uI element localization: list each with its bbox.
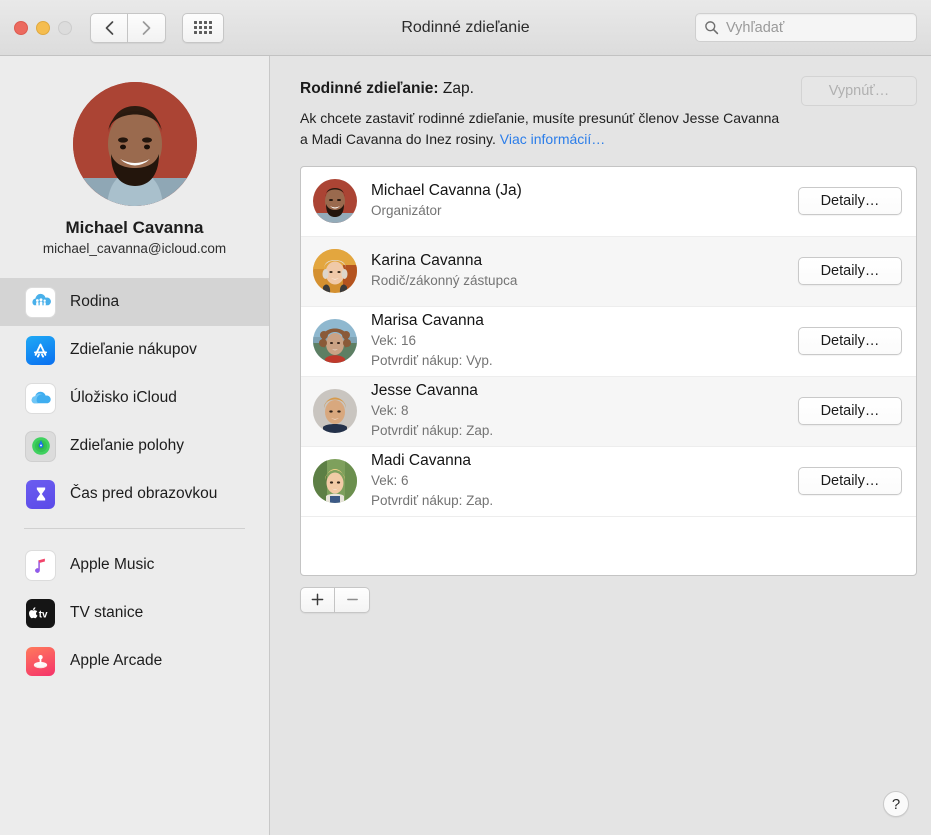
member-info: Madi Cavanna Vek: 6 Potvrdiť nákup: Zap. xyxy=(371,452,798,509)
sidebar-divider xyxy=(24,528,245,529)
sidebar-item-cas-pred-obrazovkou[interactable]: Čas pred obrazovkou xyxy=(0,470,269,518)
sidebar-item-tv-stanice[interactable]: tv TV stanice xyxy=(0,589,269,637)
profile-block: Michael Cavanna michael_cavanna@icloud.c… xyxy=(0,82,269,272)
sidebar-item-label: Zdieľanie polohy xyxy=(70,437,184,454)
member-line1: Vek: 8 xyxy=(371,403,409,419)
member-name: Michael Cavanna (Ja) xyxy=(371,181,522,199)
status-title: Rodinné zdieľanie: Zap. xyxy=(300,80,789,98)
sidebar-item-label: Rodina xyxy=(70,293,120,310)
svg-text:tv: tv xyxy=(38,610,47,620)
icloud-icon xyxy=(26,383,55,413)
chevron-right-icon xyxy=(142,20,151,35)
avatar xyxy=(313,249,357,294)
minimize-button[interactable] xyxy=(36,20,50,35)
app-store-icon xyxy=(26,335,55,365)
avatar xyxy=(313,459,357,504)
apple-music-icon xyxy=(26,550,55,580)
status-text-block: Rodinné zdieľanie: Zap. Ak chcete zastav… xyxy=(300,80,789,151)
apple-arcade-icon xyxy=(26,646,55,676)
sidebar-item-label: Čas pred obrazovkou xyxy=(70,485,218,502)
member-info: Karina Cavanna Rodič/zákonný zástupca xyxy=(371,252,798,290)
table-row[interactable]: Michael Cavanna (Ja) Organizátor Detaily… xyxy=(301,167,916,237)
add-remove-controls xyxy=(300,586,917,613)
status-label: Rodinné zdieľanie: xyxy=(300,80,439,97)
sidebar-item-zdielanie-nakupov[interactable]: Zdieľanie nákupov xyxy=(0,326,269,374)
close-button[interactable] xyxy=(14,20,28,35)
member-name: Karina Cavanna xyxy=(371,251,483,269)
avatar xyxy=(313,389,357,434)
avatar xyxy=(313,179,357,224)
member-name: Madi Cavanna xyxy=(371,452,471,470)
more-info-link[interactable]: Viac informácií… xyxy=(500,131,606,147)
status-value: Zap. xyxy=(442,80,474,97)
table-row[interactable]: Jesse Cavanna Vek: 8 Potvrdiť nákup: Zap… xyxy=(301,376,916,447)
apple-tv-icon: tv xyxy=(26,598,55,628)
add-member-button[interactable] xyxy=(300,586,335,613)
avatar xyxy=(72,82,197,206)
status-header: Rodinné zdieľanie: Zap. Ak chcete zastav… xyxy=(300,76,917,151)
sidebar-item-label: Apple Arcade xyxy=(70,652,163,669)
details-button[interactable]: Detaily… xyxy=(798,327,902,356)
avatar xyxy=(313,319,357,364)
sidebar-item-label: TV stanice xyxy=(70,604,144,621)
search-placeholder: Vyhľadať xyxy=(726,19,785,36)
back-button[interactable] xyxy=(90,12,128,43)
member-info: Marisa Cavanna Vek: 16 Potvrdiť nákup: V… xyxy=(371,312,798,369)
member-name: Jesse Cavanna xyxy=(371,382,478,400)
chevron-left-icon xyxy=(105,20,113,35)
minus-icon xyxy=(346,598,358,601)
details-button[interactable]: Detaily… xyxy=(798,187,902,216)
main-panel: Rodinné zdieľanie: Zap. Ak chcete zastav… xyxy=(270,56,931,835)
member-line2: Potvrdiť nákup: Zap. xyxy=(371,422,494,438)
titlebar: Rodinné zdieľanie Vyhľadať xyxy=(0,0,931,56)
table-row[interactable]: Madi Cavanna Vek: 6 Potvrdiť nákup: Zap.… xyxy=(301,447,916,517)
table-row[interactable]: Karina Cavanna Rodič/zákonný zástupca De… xyxy=(301,236,916,307)
traffic-lights xyxy=(14,20,72,35)
family-members-list: Michael Cavanna (Ja) Organizátor Detaily… xyxy=(300,165,917,576)
family-icon xyxy=(26,287,55,317)
preferences-window: Rodinné zdieľanie Vyhľadať Michael Cavan… xyxy=(0,0,931,835)
details-button[interactable]: Detaily… xyxy=(798,397,902,426)
profile-name: Michael Cavanna xyxy=(65,218,204,237)
member-line1: Vek: 16 xyxy=(371,333,417,349)
member-info: Michael Cavanna (Ja) Organizátor xyxy=(371,182,798,220)
profile-email: michael_cavanna@icloud.com xyxy=(42,241,227,256)
sidebar: Michael Cavanna michael_cavanna@icloud.c… xyxy=(0,56,270,835)
show-all-button[interactable] xyxy=(182,12,224,43)
turn-off-button[interactable]: Vypnúť… xyxy=(801,76,917,106)
sidebar-item-label: Úložisko iCloud xyxy=(70,389,177,406)
window-body: Michael Cavanna michael_cavanna@icloud.c… xyxy=(0,56,931,835)
sidebar-item-ulozisko-icloud[interactable]: Úložisko iCloud xyxy=(0,374,269,422)
sidebar-item-apple-music[interactable]: Apple Music xyxy=(0,541,269,589)
screen-time-icon xyxy=(26,479,55,509)
sidebar-item-zdielanie-polohy[interactable]: Zdieľanie polohy xyxy=(0,422,269,470)
member-line1: Organizátor xyxy=(371,202,442,218)
navigation-buttons xyxy=(90,12,166,43)
zoom-button xyxy=(58,20,72,35)
member-line2: Potvrdiť nákup: Zap. xyxy=(371,492,494,508)
member-name: Marisa Cavanna xyxy=(371,312,484,330)
table-row[interactable]: Marisa Cavanna Vek: 16 Potvrdiť nákup: V… xyxy=(301,307,916,377)
search-icon xyxy=(705,21,719,35)
sidebar-item-apple-arcade[interactable]: Apple Arcade xyxy=(0,637,269,685)
grid-icon xyxy=(194,21,212,34)
status-description: Ak chcete zastaviť rodinné zdieľanie, mu… xyxy=(300,108,789,151)
plus-icon xyxy=(311,593,324,606)
details-button[interactable]: Detaily… xyxy=(798,257,902,286)
member-line1: Vek: 6 xyxy=(371,473,409,489)
sidebar-nav: Rodina Zdieľanie nákupov Úložisko iCloud… xyxy=(0,278,269,685)
sidebar-item-rodina[interactable]: Rodina xyxy=(0,278,269,326)
details-button[interactable]: Detaily… xyxy=(798,467,902,496)
sidebar-item-label: Zdieľanie nákupov xyxy=(70,341,197,358)
sidebar-item-label: Apple Music xyxy=(70,556,155,573)
member-line1: Rodič/zákonný zástupca xyxy=(371,272,518,288)
search-field[interactable]: Vyhľadať xyxy=(695,13,917,42)
remove-member-button[interactable] xyxy=(335,586,370,613)
member-line2: Potvrdiť nákup: Vyp. xyxy=(371,352,493,368)
member-info: Jesse Cavanna Vek: 8 Potvrdiť nákup: Zap… xyxy=(371,382,798,439)
help-button[interactable]: ? xyxy=(883,791,909,817)
find-my-icon xyxy=(26,431,55,461)
forward-button[interactable] xyxy=(128,12,166,43)
